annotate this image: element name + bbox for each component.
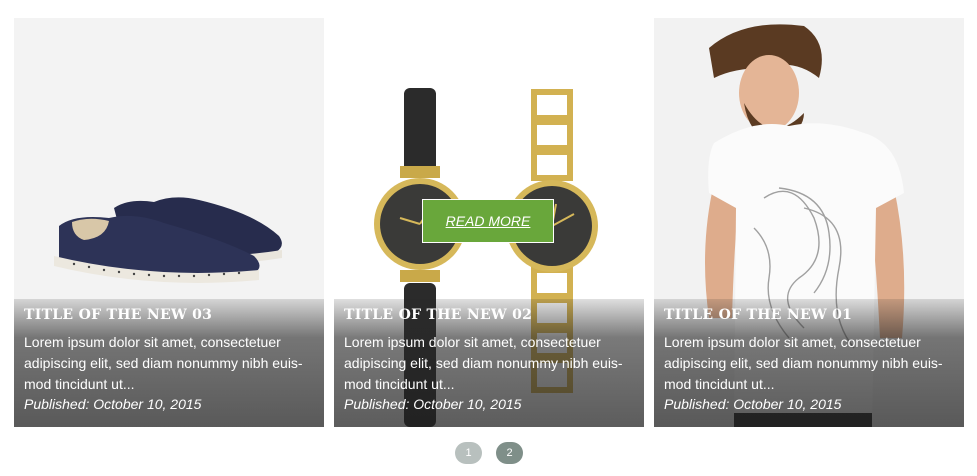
news-card-01[interactable]: Title of the new 01 Lorem ipsum dolor si… [654, 18, 964, 427]
card-description: Lorem ipsum dolor sit amet, consectetuer… [344, 334, 623, 392]
page-button-1[interactable]: 1 [455, 442, 482, 464]
card-published-date: Published: October 10, 2015 [664, 396, 842, 412]
card-description: Lorem ipsum dolor sit amet, consectetuer… [664, 334, 943, 392]
card-caption: Title of the new 03 Lorem ipsum dolor si… [24, 307, 314, 412]
page-button-2[interactable]: 2 [496, 442, 523, 464]
pagination: 1 2 [455, 442, 523, 464]
news-card-02[interactable]: READ MORE Title of the new 02 Lorem ipsu… [334, 18, 644, 427]
card-description: Lorem ipsum dolor sit amet, consectetuer… [24, 334, 303, 392]
read-more-button[interactable]: READ MORE [422, 199, 554, 243]
card-published-date: Published: October 10, 2015 [344, 396, 522, 412]
news-card-03[interactable]: Title of the new 03 Lorem ipsum dolor si… [14, 18, 324, 427]
card-caption: Title of the new 02 Lorem ipsum dolor si… [344, 307, 634, 412]
card-title[interactable]: Title of the new 02 [344, 307, 634, 323]
card-caption: Title of the new 01 Lorem ipsum dolor si… [664, 307, 954, 412]
card-published-date: Published: October 10, 2015 [24, 396, 202, 412]
card-title[interactable]: Title of the new 03 [24, 307, 314, 323]
card-title[interactable]: Title of the new 01 [664, 307, 954, 323]
